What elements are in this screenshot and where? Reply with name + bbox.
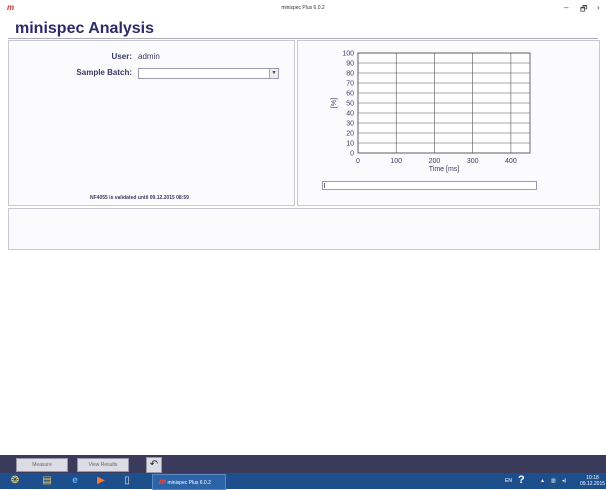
windows-taskbar	[0, 473, 606, 489]
minispec-app-icon: m	[159, 477, 167, 486]
internet-explorer-icon[interactable]: e	[68, 474, 82, 488]
undo-arrow-icon[interactable]: ↶	[146, 457, 162, 473]
window-title: minispec Plus 6.0.2	[281, 5, 325, 11]
y-tick-label: 100	[342, 51, 354, 58]
y-tick-label: 40	[346, 111, 354, 118]
progress-fill	[324, 183, 325, 188]
results-panel	[8, 208, 600, 250]
x-tick-label: 300	[467, 158, 479, 165]
x-tick-labels: 0 100 200 300 400	[356, 158, 517, 165]
page-title: minispec Analysis	[15, 20, 155, 37]
maximize-button[interactable]: 🗗	[580, 3, 588, 17]
network-icon[interactable]: ▥	[551, 478, 556, 484]
tray-expand-icon[interactable]: ▲	[540, 478, 545, 484]
user-label: User:	[111, 52, 132, 61]
x-tick-label: 400	[505, 158, 517, 165]
window-titlebar: m minispec Plus 6.0.2 – 🗗 ›	[0, 0, 606, 18]
volume-icon[interactable]: ◂)	[562, 478, 566, 484]
sample-info-panel	[8, 40, 295, 206]
x-tick-label: 100	[390, 158, 402, 165]
clock[interactable]: 10:18 09.12.2015	[580, 475, 605, 487]
chevron-down-icon[interactable]: ▼	[269, 69, 278, 78]
view-results-button[interactable]: View Results	[77, 458, 129, 472]
x-tick-label: 0	[356, 158, 360, 165]
y-tick-labels: 0 10 20 30 40 50 60 70 80 90 100	[342, 51, 354, 158]
taskbar-app-minispec[interactable]: m minispec Plus 6.0.2	[152, 474, 226, 490]
close-button[interactable]: ›	[597, 3, 600, 12]
y-axis-label: [%]	[331, 98, 338, 108]
title-divider	[8, 38, 598, 39]
start-button-icon[interactable]: ❂	[8, 474, 22, 488]
x-axis-label: Time [ms]	[429, 166, 460, 173]
y-tick-label: 50	[346, 101, 354, 108]
language-indicator[interactable]: EN	[505, 478, 512, 484]
validation-status-text: NF4055 is validated until 09.12.2015 08:…	[90, 195, 189, 201]
file-explorer-icon[interactable]: ▤	[40, 474, 54, 488]
chart-grid	[357, 52, 531, 154]
measurement-chart: 0 10 20 30 40 50 60 70 80 90 100 0 100 200 300 400 [%]…	[331, 51, 531, 173]
y-tick-label: 90	[346, 61, 354, 68]
sample-batch-label: Sample Batch:	[76, 68, 132, 77]
media-player-icon[interactable]: ▶	[94, 474, 108, 488]
taskbar-app-label: minispec Plus 6.0.2	[167, 480, 211, 486]
measurement-progress-bar	[322, 181, 537, 190]
user-value: admin	[138, 52, 160, 61]
y-tick-label: 20	[346, 131, 354, 138]
sample-batch-select[interactable]: ▼	[138, 68, 279, 79]
y-tick-label: 80	[346, 71, 354, 78]
y-tick-label: 70	[346, 81, 354, 88]
help-icon[interactable]: ?	[518, 474, 525, 486]
measure-button[interactable]: Measure	[16, 458, 68, 472]
y-tick-label: 0	[350, 151, 354, 158]
x-tick-label: 200	[429, 158, 441, 165]
notepad-icon[interactable]: ▯	[120, 474, 134, 488]
y-tick-label: 10	[346, 141, 354, 148]
y-tick-label: 60	[346, 91, 354, 98]
clock-date: 09.12.2015	[580, 481, 606, 487]
minimize-button[interactable]: –	[564, 3, 568, 12]
y-tick-label: 30	[346, 121, 354, 128]
